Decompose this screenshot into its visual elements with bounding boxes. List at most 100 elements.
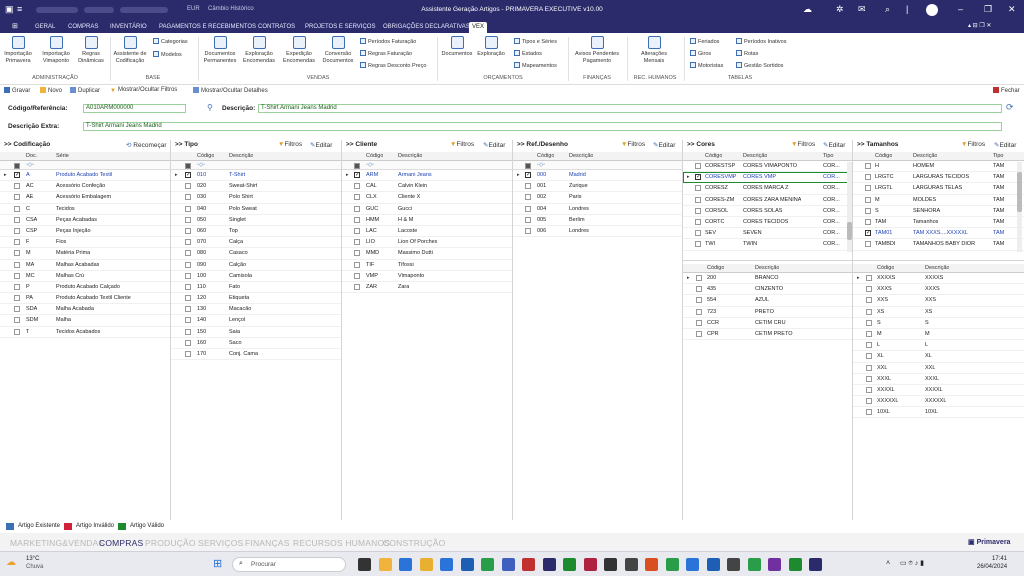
row-checkbox[interactable] <box>185 339 191 346</box>
table-row[interactable]: H HOMEM TAM <box>853 161 1024 173</box>
table-row[interactable]: C Tecidos <box>0 204 170 215</box>
col-header[interactable]: Código <box>707 265 724 271</box>
notifications-icon[interactable]: ✉ <box>858 4 866 15</box>
table-row[interactable]: SDM Malha <box>0 315 170 327</box>
table-row[interactable]: MM <box>853 329 1024 341</box>
table-row[interactable]: 150 Saia <box>171 327 341 338</box>
row-checkbox[interactable] <box>866 398 872 405</box>
row-checkbox[interactable] <box>354 216 360 223</box>
row-checkbox[interactable] <box>354 283 360 290</box>
row-checkbox[interactable] <box>14 283 20 290</box>
row-checkbox[interactable] <box>866 353 872 360</box>
row-checkbox[interactable] <box>14 306 20 313</box>
table-row[interactable]: 110 Fato <box>171 282 341 294</box>
table-row[interactable]: 090 Calção <box>171 260 341 271</box>
row-checkbox[interactable] <box>525 205 531 212</box>
col-header[interactable]: Descrição <box>569 153 593 159</box>
row-checkbox[interactable] <box>354 194 360 201</box>
row-checkbox[interactable] <box>185 283 191 290</box>
table-row[interactable]: 001 Zurique <box>513 181 682 193</box>
taskbar-app-icon[interactable] <box>522 558 535 571</box>
table-row[interactable]: ▸ 010 T-Shirt <box>171 170 341 182</box>
taskbar-app-icon[interactable] <box>481 558 494 571</box>
taskbar-app-icon[interactable] <box>706 558 720 571</box>
row-checkbox[interactable] <box>14 205 20 212</box>
select-all-checkbox[interactable] <box>14 163 20 169</box>
taskbar-app-icon[interactable] <box>378 558 392 571</box>
taskbar-app-icon[interactable] <box>809 558 822 571</box>
taskbar-app-icon[interactable] <box>727 558 740 571</box>
row-checkbox[interactable] <box>695 218 701 225</box>
table-row[interactable]: F Fios <box>0 237 170 249</box>
row-checkbox[interactable] <box>185 194 191 201</box>
search-icon[interactable]: ⚲ <box>207 103 213 112</box>
table-row[interactable]: ▸ ARM Armani Jeans <box>342 170 512 182</box>
module-construcao[interactable]: CONSTRUÇÃO <box>383 538 445 548</box>
row-checkbox[interactable] <box>14 317 20 324</box>
table-row[interactable]: LAC Lacoste <box>342 226 512 238</box>
row-checkbox[interactable] <box>354 250 360 257</box>
filtros-button[interactable]: ▼Filtros <box>278 141 302 148</box>
taskbar-app-icon[interactable] <box>747 558 761 571</box>
scrollbar[interactable] <box>1017 162 1022 252</box>
table-row[interactable]: XXXXXL XXXXXL <box>853 396 1024 408</box>
filter-icon[interactable]: ◦◇◦ <box>197 162 205 168</box>
row-checkbox[interactable] <box>354 227 360 234</box>
taskbar-search[interactable]: ⌕ Procurar <box>232 557 346 572</box>
row-checkbox[interactable] <box>14 227 20 234</box>
table-row[interactable]: 070 Calça <box>171 237 341 249</box>
table-row[interactable]: ▸ 000 Madrid <box>513 170 682 182</box>
table-row[interactable]: AE Acessório Embalagem <box>0 192 170 204</box>
row-checkbox[interactable] <box>525 227 531 234</box>
filtros-button[interactable]: ▼Filtros <box>791 141 815 148</box>
quick-access-icon[interactable]: ⊞ <box>12 22 18 30</box>
table-row[interactable]: CPR CETIM PRETO <box>683 329 852 341</box>
table-row[interactable]: ▸ A Produto Acabado Textil <box>0 170 170 182</box>
table-row[interactable]: CORESZ CORES MARCA Z COR... <box>683 183 852 195</box>
expedicao-encomendas-button[interactable]: Expedição Encomendas <box>282 36 316 64</box>
col-header[interactable]: Tipo <box>823 153 834 159</box>
select-all-checkbox[interactable] <box>185 163 191 169</box>
row-checkbox[interactable] <box>354 183 360 190</box>
row-checkbox[interactable] <box>354 171 360 178</box>
row-checkbox[interactable] <box>866 275 872 281</box>
table-row[interactable]: M MOLDES TAM <box>853 195 1024 206</box>
table-row[interactable]: 140 Lençol <box>171 315 341 327</box>
table-row[interactable]: XXXL XXXL <box>853 374 1024 385</box>
taskbar-app-icon[interactable] <box>624 558 638 571</box>
row-checkbox[interactable] <box>525 171 531 178</box>
row-checkbox[interactable] <box>866 364 872 371</box>
row-checkbox[interactable] <box>354 205 360 212</box>
row-checkbox[interactable] <box>185 227 191 234</box>
table-row[interactable]: CLX Cliente X <box>342 192 512 204</box>
tab-geral[interactable]: GERAL <box>32 22 58 33</box>
row-checkbox[interactable] <box>185 261 191 268</box>
table-row[interactable]: T Tecidos Acabados <box>0 327 170 338</box>
table-row[interactable]: 060 Top <box>171 226 341 238</box>
row-checkbox[interactable] <box>695 185 701 192</box>
table-row[interactable]: LRGTC LARGURAS TECIDOS TAM <box>853 172 1024 184</box>
regras-desconto-button[interactable]: Regras Desconto Preço <box>360 62 426 69</box>
col-header[interactable]: Descrição <box>913 153 937 159</box>
tab-obrigacoes[interactable]: OBRIGAÇÕES DECLARATIVAS <box>380 22 473 33</box>
row-checkbox[interactable] <box>866 409 872 416</box>
row-checkbox[interactable] <box>866 286 872 293</box>
table-row[interactable]: 080 Casaco <box>171 248 341 260</box>
row-checkbox[interactable] <box>354 272 360 279</box>
row-checkbox[interactable] <box>696 330 702 337</box>
table-row[interactable]: 005 Berlim <box>513 215 682 226</box>
exploracao-encomendas-button[interactable]: Exploração Encomendas <box>242 36 276 64</box>
table-row[interactable]: ZAR Zara <box>342 282 512 294</box>
taskbar-app-icon[interactable] <box>419 558 433 571</box>
filter-icon[interactable]: ◦◇◦ <box>537 162 545 168</box>
row-checkbox[interactable] <box>185 205 191 212</box>
table-row[interactable]: CCR CETIM CRU <box>683 318 852 329</box>
descricao-extra-field[interactable]: T-Shirt Armani Jeans Madrid <box>83 122 1002 131</box>
table-row[interactable]: GUC Gucci <box>342 204 512 215</box>
table-row[interactable]: AC Acessório Confeção <box>0 181 170 193</box>
col-header[interactable]: Código <box>366 153 383 159</box>
col-header[interactable]: Código <box>537 153 554 159</box>
taskbar-app-icon[interactable] <box>768 558 781 571</box>
row-checkbox[interactable] <box>865 241 871 248</box>
recomecar-button[interactable]: ⟲ Recomeçar <box>126 141 167 149</box>
